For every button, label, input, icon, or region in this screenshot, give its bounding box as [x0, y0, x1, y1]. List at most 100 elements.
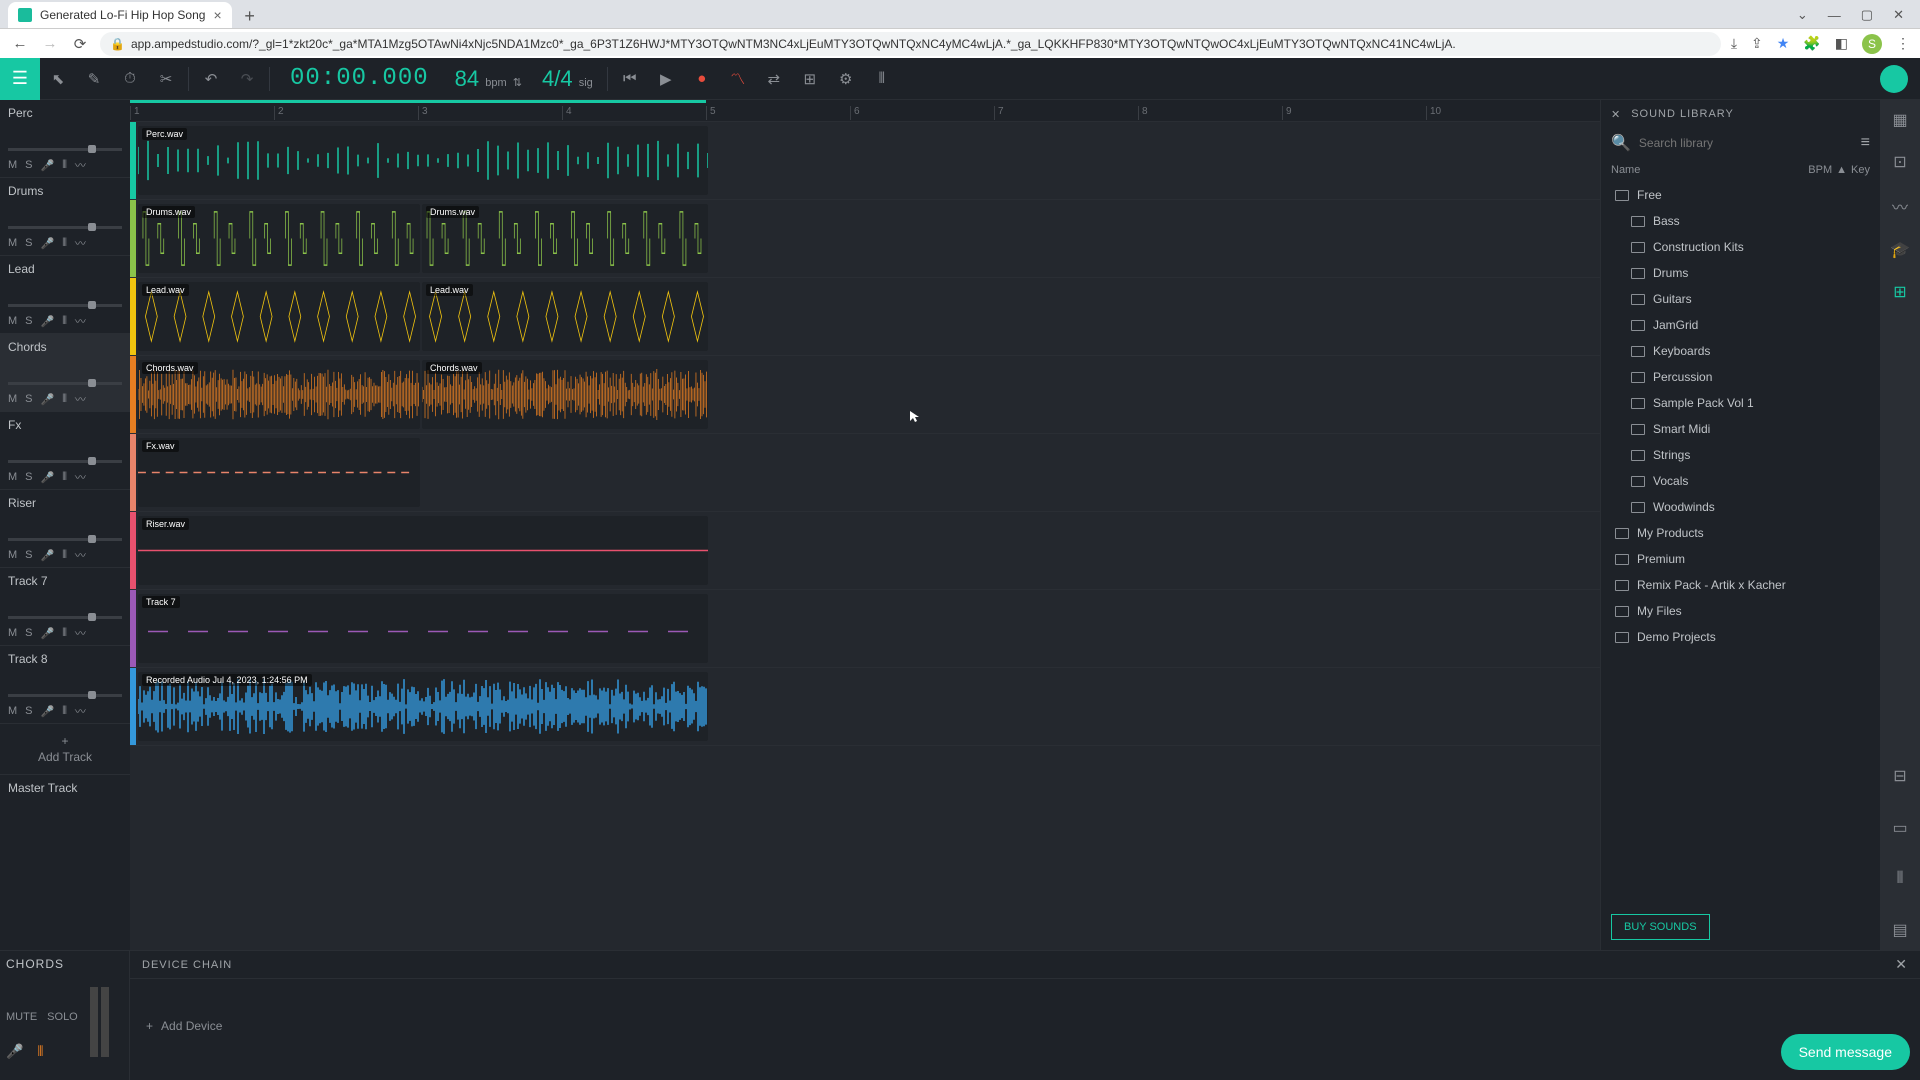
record-arm-icon[interactable]: 🎤 — [41, 315, 55, 328]
volume-slider[interactable] — [8, 616, 122, 619]
record-arm-icon[interactable]: 🎤 — [41, 237, 55, 250]
mixer-icon[interactable]: ⫴ — [864, 58, 900, 100]
extensions-icon[interactable]: 🧩 — [1803, 35, 1820, 52]
redo-button[interactable]: ↷ — [229, 58, 265, 100]
loop-icon[interactable]: ⇄ — [756, 58, 792, 100]
solo-button[interactable]: S — [25, 159, 32, 171]
eq-icon[interactable]: ⫴ — [62, 315, 67, 328]
tree-item[interactable]: Remix Pack - Artik x Kacher — [1601, 572, 1880, 598]
track-lane[interactable]: Track 7 — [130, 590, 1600, 668]
automation-icon[interactable]: 〰 — [75, 547, 86, 563]
volume-slider[interactable] — [8, 382, 122, 385]
sort-icon[interactable]: ▲ — [1836, 164, 1847, 176]
arrange-view[interactable]: 12345678910 Perc.wav Drums.wav Drums.wav… — [130, 100, 1600, 950]
record-arm-icon[interactable]: 🎤 — [41, 159, 55, 172]
mute-button[interactable]: M — [8, 237, 17, 249]
record-arm-icon[interactable]: 🎤 — [41, 549, 55, 562]
col-bpm[interactable]: BPM — [1808, 164, 1832, 176]
tree-item[interactable]: Percussion — [1601, 364, 1880, 390]
timer-tool[interactable]: ⏱ — [112, 58, 148, 100]
bpm-stepper-icon[interactable]: ⇅ — [513, 77, 522, 89]
record-arm-icon[interactable]: 🎤 — [41, 627, 55, 640]
time-signature[interactable]: 4/4 sig — [542, 66, 593, 92]
tree-item[interactable]: Strings — [1601, 442, 1880, 468]
tree-item[interactable]: My Files — [1601, 598, 1880, 624]
mute-button[interactable]: M — [8, 549, 17, 561]
reload-icon[interactable]: ⟳ — [70, 35, 90, 53]
track-lane[interactable]: Lead.wav Lead.wav — [130, 278, 1600, 356]
solo-button[interactable]: S — [25, 627, 32, 639]
mute-button[interactable]: MUTE — [6, 1011, 37, 1023]
mute-button[interactable]: M — [8, 705, 17, 717]
col-name[interactable]: Name — [1611, 164, 1808, 176]
tree-item[interactable]: My Products — [1601, 520, 1880, 546]
solo-button[interactable]: S — [25, 237, 32, 249]
tree-item[interactable]: Free — [1601, 182, 1880, 208]
automation-icon[interactable]: 〰 — [75, 235, 86, 251]
track-lane[interactable]: Perc.wav — [130, 122, 1600, 200]
add-device-button[interactable]: + Add Device — [130, 979, 1920, 1073]
automation-icon[interactable]: 〰 — [75, 625, 86, 641]
panel-icon-3[interactable]: 〰 — [1892, 194, 1908, 218]
track-header[interactable]: Lead M S 🎤 ⫴ 〰 — [0, 256, 130, 334]
new-tab-button[interactable]: + — [238, 4, 262, 28]
audio-clip[interactable]: Fx.wav — [138, 438, 420, 507]
cut-tool[interactable]: ✂ — [148, 58, 184, 100]
mute-button[interactable]: M — [8, 159, 17, 171]
volume-slider[interactable] — [8, 460, 122, 463]
volume-slider[interactable] — [8, 304, 122, 307]
eq-icon[interactable]: ⫴ — [62, 471, 67, 484]
automation-icon[interactable]: 〰 — [75, 313, 86, 329]
menu-icon[interactable]: ⋮ — [1896, 35, 1910, 52]
tree-item[interactable]: Construction Kits — [1601, 234, 1880, 260]
track-header[interactable]: Perc M S 🎤 ⫴ 〰 — [0, 100, 130, 178]
panel-icon-5[interactable]: ⊞ — [1893, 282, 1906, 302]
play-icon[interactable]: ▶ — [648, 58, 684, 100]
track-lane[interactable]: Chords.wav Chords.wav — [130, 356, 1600, 434]
solo-button[interactable]: SOLO — [47, 1011, 78, 1023]
metronome-icon[interactable]: 〽 — [720, 58, 756, 100]
forward-icon[interactable]: → — [40, 35, 60, 52]
panel-toggle-3[interactable]: ▤ — [1892, 920, 1907, 940]
eq-icon[interactable]: ⫴ — [62, 393, 67, 406]
quantize-icon[interactable]: ⚙ — [828, 58, 864, 100]
profile-avatar[interactable]: S — [1862, 34, 1882, 54]
record-arm-icon[interactable]: 🎤 — [41, 471, 55, 484]
track-header[interactable]: Track 7 M S 🎤 ⫴ 〰 — [0, 568, 130, 646]
audio-clip[interactable]: Drums.wav — [422, 204, 708, 273]
track-lane[interactable]: Drums.wav Drums.wav — [130, 200, 1600, 278]
skip-start-icon[interactable]: ⏮ — [612, 58, 648, 100]
mute-button[interactable]: M — [8, 315, 17, 327]
record-arm-icon[interactable]: 🎤 — [41, 705, 55, 718]
track-lane[interactable]: Recorded Audio Jul 4, 2023, 1:24:56 PM — [130, 668, 1600, 746]
volume-slider[interactable] — [8, 148, 122, 151]
track-header[interactable]: Fx M S 🎤 ⫴ 〰 — [0, 412, 130, 490]
eq-icon[interactable]: ⫴ — [62, 549, 67, 562]
url-field[interactable]: 🔒 app.ampedstudio.com/?_gl=1*zkt20c*_ga*… — [100, 32, 1721, 56]
eq-icon[interactable]: ⫴ — [62, 237, 67, 250]
eq-icon[interactable]: ⫴ — [62, 705, 67, 718]
col-key[interactable]: Key — [1851, 164, 1870, 176]
tree-item[interactable]: Bass — [1601, 208, 1880, 234]
piano-icon[interactable]: ⦀ — [1896, 870, 1903, 888]
mute-button[interactable]: M — [8, 471, 17, 483]
solo-button[interactable]: S — [25, 315, 32, 327]
volume-slider[interactable] — [8, 538, 122, 541]
share-icon[interactable]: ⇪ — [1751, 35, 1763, 52]
audio-clip[interactable]: Recorded Audio Jul 4, 2023, 1:24:56 PM — [138, 672, 708, 741]
snap-icon[interactable]: ⊞ — [792, 58, 828, 100]
back-icon[interactable]: ← — [10, 35, 30, 52]
buy-sounds-button[interactable]: BUY SOUNDS — [1611, 914, 1710, 940]
tree-item[interactable]: Smart Midi — [1601, 416, 1880, 442]
audio-clip[interactable]: Riser.wav — [138, 516, 708, 585]
tree-item[interactable]: Guitars — [1601, 286, 1880, 312]
tree-item[interactable]: Demo Projects — [1601, 624, 1880, 650]
mute-button[interactable]: M — [8, 393, 17, 405]
search-input[interactable] — [1639, 136, 1853, 150]
tree-item[interactable]: Premium — [1601, 546, 1880, 572]
record-icon[interactable]: ● — [684, 58, 720, 100]
pointer-tool[interactable]: ⬉ — [40, 58, 76, 100]
tree-item[interactable]: Keyboards — [1601, 338, 1880, 364]
bookmark-icon[interactable]: ★ — [1777, 35, 1790, 52]
automation-icon[interactable]: 〰 — [75, 157, 86, 173]
